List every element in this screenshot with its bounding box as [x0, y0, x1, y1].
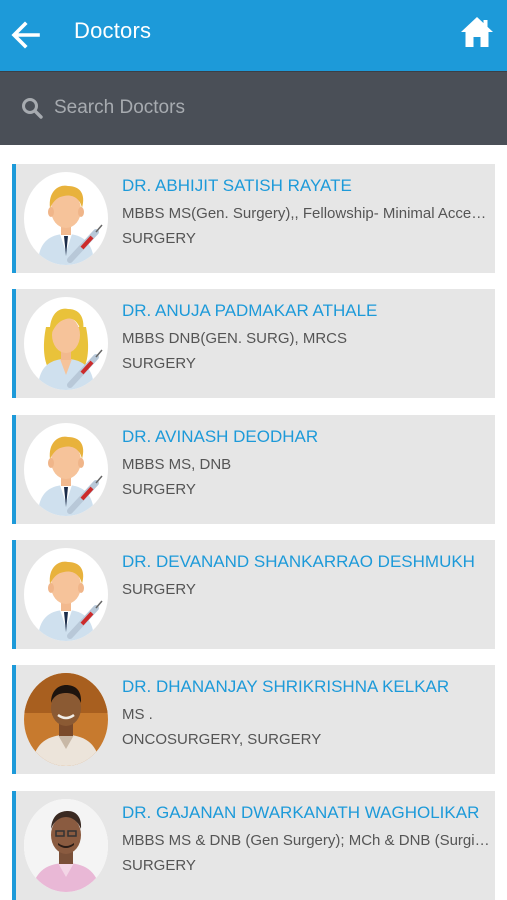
doctor-specialty: SURGERY: [122, 481, 196, 498]
doctor-photo: [24, 673, 108, 766]
doctor-list: DR. ABHIJIT SATISH RAYATE MBBS MS(Gen. S…: [0, 145, 507, 900]
doctor-card[interactable]: DR. DEVANAND SHANKARRAO DESHMUKH SURGERY: [12, 540, 495, 649]
doctor-name: DR. AVINASH DEODHAR: [122, 427, 319, 446]
doctor-specialty: SURGERY: [122, 355, 196, 372]
female-doctor-icon: [24, 297, 108, 390]
doctor-specialty: SURGERY: [122, 857, 196, 874]
doctor-card[interactable]: DR. DHANANJAY SHRIKRISHNA KELKAR MS . ON…: [12, 665, 495, 774]
arrow-left-icon: [11, 21, 40, 49]
doctor-qualification: MBBS MS, DNB: [122, 456, 232, 473]
doctor-name: DR. ANUJA PADMAKAR ATHALE: [122, 301, 378, 320]
page-title: Doctors: [74, 18, 152, 43]
doctor-name: DR. DHANANJAY SHRIKRISHNA KELKAR: [122, 677, 450, 696]
doctor-qualification: MS .: [122, 706, 153, 723]
male-doctor-icon: [24, 172, 108, 265]
doctor-card[interactable]: DR. AVINASH DEODHAR MBBS MS, DNB SURGERY: [12, 415, 495, 524]
doctor-specialty: SURGERY: [122, 581, 196, 598]
doctor-qualification: MBBS DNB(GEN. SURG), MRCS: [122, 330, 348, 347]
doctor-name: DR. ABHIJIT SATISH RAYATE: [122, 176, 352, 195]
doctor-name: DR. DEVANAND SHANKARRAO DESHMUKH: [122, 552, 475, 571]
doctor-photo: [24, 799, 108, 892]
search-icon: [22, 98, 43, 119]
doctor-name: DR. GAJANAN DWARKANATH WAGHOLIKAR: [122, 803, 480, 822]
male-doctor-icon: [24, 548, 108, 641]
doctor-specialty: SURGERY: [122, 230, 196, 247]
search-input[interactable]: [54, 92, 474, 124]
doctor-card[interactable]: DR. ABHIJIT SATISH RAYATE MBBS MS(Gen. S…: [12, 164, 495, 273]
doctor-card[interactable]: DR. ANUJA PADMAKAR ATHALE MBBS DNB(GEN. …: [12, 289, 495, 398]
app-bar: Doctors: [0, 0, 507, 71]
doctor-qualification: MBBS MS(Gen. Surgery),, Fellowship- Mini…: [122, 205, 492, 222]
search-bar: [0, 71, 507, 145]
doctor-qualification: MBBS MS & DNB (Gen Surgery); MCh & DNB (…: [122, 832, 492, 849]
home-button[interactable]: [459, 13, 495, 51]
back-button[interactable]: [8, 16, 42, 54]
doctor-specialty: ONCOSURGERY, SURGERY: [122, 731, 322, 748]
doctor-card[interactable]: DR. GAJANAN DWARKANATH WAGHOLIKAR MBBS M…: [12, 791, 495, 900]
male-doctor-icon: [24, 423, 108, 516]
home-icon: [461, 17, 493, 47]
